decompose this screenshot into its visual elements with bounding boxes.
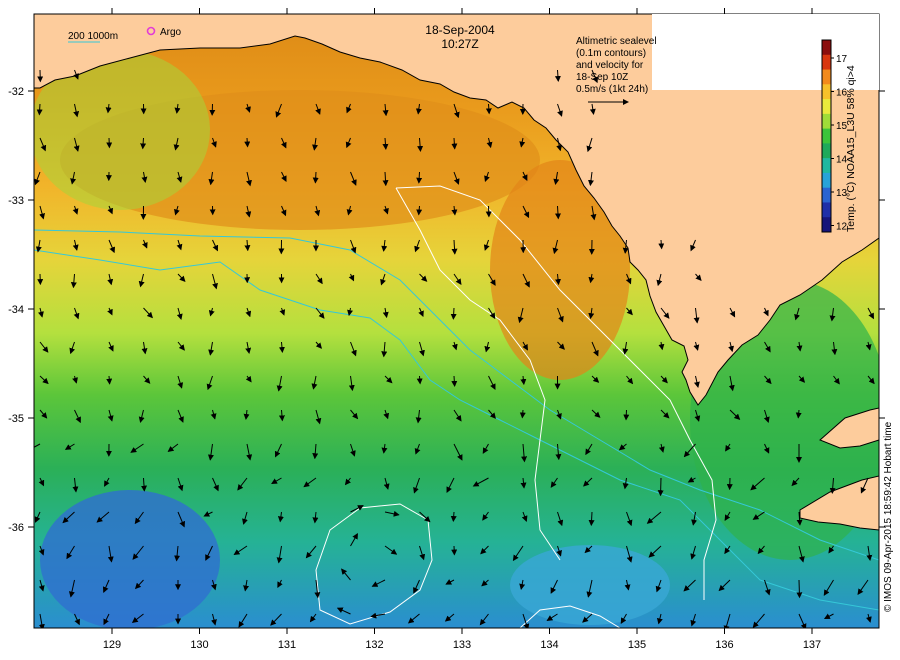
colorbar-segment [822, 128, 831, 144]
y-tick-label: -36 [8, 522, 24, 534]
argo-label: Argo [160, 27, 182, 38]
velocity-arrow-icon [106, 375, 113, 385]
x-tick-label: 129 [103, 639, 121, 651]
y-tick-label: -34 [8, 304, 24, 316]
colorbar-segment [822, 99, 831, 115]
velocity-arrow-icon [451, 375, 458, 387]
velocity-arrow-icon [416, 171, 423, 184]
colorbar-segment [822, 54, 831, 71]
colorbar-segment [822, 40, 831, 56]
cold-sw-patch [40, 490, 220, 628]
velocity-arrow-icon [36, 103, 43, 116]
colorbar-segment [822, 158, 831, 174]
altimetry-line-5: 0.5m/s (1kt 24h) [576, 84, 648, 95]
y-tick-label: -33 [8, 195, 24, 207]
velocity-arrow-icon [450, 511, 457, 523]
x-tick-label: 137 [803, 639, 821, 651]
colorbar-segment [822, 143, 831, 159]
velocity-arrow-icon [450, 307, 457, 320]
velocity-arrow-icon [796, 579, 803, 599]
velocity-arrow-icon [485, 103, 492, 115]
velocity-arrow-icon [244, 137, 251, 148]
altimetry-line-4: 18-Sep 10Z [576, 72, 628, 83]
altimetry-line-2: (0.1m contours) [576, 48, 646, 59]
x-tick-label: 134 [540, 639, 558, 651]
colorbar-tick-label: 17 [836, 54, 848, 65]
x-tick-label: 133 [453, 639, 471, 651]
colorbar-segment [822, 187, 831, 203]
velocity-arrow-icon [519, 409, 526, 419]
altimetry-line-1: Altimetric sealevel [576, 36, 657, 47]
map-layers [34, 14, 879, 628]
colorbar-segment [822, 69, 831, 85]
altimetry-line-3: and velocity for [576, 60, 644, 71]
velocity-arrow-icon [588, 511, 595, 527]
sst-map: 129 130 131 132 133 134 135 136 137 -32 -33 -34 -35… [8, 8, 894, 651]
y-tick-label: -35 [8, 413, 24, 425]
x-tick-label: 131 [278, 639, 296, 651]
x-tick-label: 130 [190, 639, 208, 651]
colorbar-segment [822, 172, 831, 189]
colorbar-segment [822, 84, 831, 100]
x-tick-label: 132 [365, 639, 383, 651]
colorbar-segment [822, 217, 831, 233]
colorbar-segment [822, 113, 831, 130]
colorbar-title: Temp. (°C) NOAA15_L3U 58% qi>4 [845, 65, 857, 232]
velocity-arrow-icon [416, 375, 423, 385]
velocity-arrow-icon [451, 137, 458, 150]
x-tick-label: 136 [715, 639, 733, 651]
velocity-arrow-icon [312, 171, 319, 184]
credit-text: © IMOS 09-Apr-2015 18:59:42 Hobart time [883, 421, 894, 612]
y-tick-label: -32 [8, 86, 24, 98]
scale-label: 200 1000m [68, 31, 118, 42]
x-tick-label: 135 [628, 639, 646, 651]
velocity-arrow-icon [658, 239, 665, 250]
title-date: 18-Sep-2004 [425, 23, 495, 37]
colorbar-segment [822, 202, 831, 218]
title-time: 10:27Z [441, 37, 478, 51]
